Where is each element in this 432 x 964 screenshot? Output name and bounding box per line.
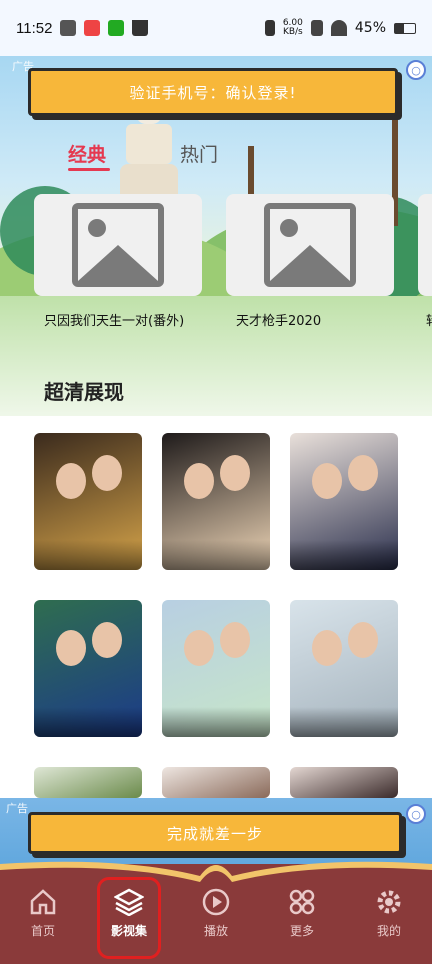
poster-person bbox=[56, 463, 86, 499]
category-tabs: 经典 热门 bbox=[68, 140, 218, 167]
nav-profile-label: 我的 bbox=[376, 924, 401, 938]
app-notification-icon bbox=[84, 20, 101, 36]
active-tab-indicator bbox=[68, 168, 110, 171]
poster-shade bbox=[34, 707, 142, 737]
featured-card[interactable] bbox=[418, 194, 432, 296]
poster-thumbnail[interactable] bbox=[290, 433, 398, 570]
nav-more[interactable]: 更多 bbox=[272, 888, 332, 939]
tab-popular[interactable]: 热门 bbox=[180, 140, 218, 167]
nav-home-label: 首页 bbox=[30, 924, 55, 938]
featured-title[interactable]: 转 bbox=[426, 310, 432, 329]
signal-icon bbox=[310, 20, 323, 36]
poster-person bbox=[92, 622, 122, 658]
gear-icon bbox=[377, 890, 401, 914]
battery-icon bbox=[394, 22, 416, 34]
nav-play-label: 播放 bbox=[203, 924, 228, 938]
poster-person bbox=[348, 455, 378, 491]
selection-highlight bbox=[97, 877, 161, 959]
verify-phone-button[interactable]: 验证手机号：确认登录! bbox=[28, 68, 398, 116]
battery-level: 45% bbox=[354, 20, 386, 36]
poster-thumbnail[interactable] bbox=[34, 433, 142, 570]
status-bar: 11:52 6.00 KB/s 45% bbox=[0, 0, 432, 56]
grid-icon bbox=[289, 889, 315, 915]
poster-person bbox=[184, 463, 214, 499]
ad-label: 广告 bbox=[6, 802, 28, 815]
poster-person bbox=[312, 630, 342, 666]
poster-shade bbox=[162, 540, 270, 570]
featured-card[interactable] bbox=[34, 194, 202, 296]
poster-thumbnail[interactable] bbox=[162, 600, 270, 737]
featured-title[interactable]: 只因我们天生一对(番外) bbox=[44, 310, 184, 329]
close-ad-icon[interactable]: ○ bbox=[406, 60, 426, 80]
featured-title[interactable]: 天才枪手2020 bbox=[236, 310, 321, 329]
poster-person bbox=[220, 455, 250, 491]
poster-person bbox=[348, 622, 378, 658]
poster-thumbnail[interactable] bbox=[34, 767, 142, 798]
wifi-icon bbox=[330, 20, 347, 36]
image-placeholder-icon bbox=[264, 203, 356, 287]
top-ad-banner[interactable]: 广告 验证手机号：确认登录! ○ bbox=[6, 58, 426, 118]
verify-phone-text: 验证手机号：确认登录! bbox=[129, 83, 297, 102]
play-icon bbox=[202, 888, 230, 916]
nav-profile[interactable]: 我的 bbox=[359, 888, 419, 939]
poster-person bbox=[56, 630, 86, 666]
poster-thumbnail[interactable] bbox=[290, 767, 398, 798]
status-time: 11:52 bbox=[16, 19, 53, 37]
poster-shade bbox=[290, 707, 398, 737]
complete-step-text: 完成就差一步 bbox=[166, 824, 263, 843]
crown-icon bbox=[132, 20, 149, 36]
nav-play[interactable]: 播放 bbox=[186, 888, 246, 939]
poster-shade bbox=[162, 707, 270, 737]
vibrate-icon bbox=[264, 20, 275, 36]
image-placeholder-icon bbox=[72, 203, 164, 287]
poster-person bbox=[220, 622, 250, 658]
nav-more-label: 更多 bbox=[289, 924, 314, 938]
section-title: 超清展现 bbox=[44, 380, 124, 404]
network-speed: 6.00 KB/s bbox=[283, 19, 303, 37]
app-notification-icon bbox=[60, 20, 77, 36]
poster-person bbox=[92, 455, 122, 491]
poster-thumbnail[interactable] bbox=[34, 600, 142, 737]
poster-person bbox=[312, 463, 342, 499]
poster-shade bbox=[290, 540, 398, 570]
network-speed-unit: KB/s bbox=[282, 27, 303, 37]
app-notification-icon bbox=[108, 20, 125, 36]
nav-home[interactable]: 首页 bbox=[13, 888, 73, 939]
poster-thumbnail[interactable] bbox=[162, 767, 270, 798]
poster-shade bbox=[34, 540, 142, 570]
featured-card[interactable] bbox=[226, 194, 394, 296]
complete-step-button[interactable]: 完成就差一步 bbox=[28, 812, 402, 854]
poster-thumbnail[interactable] bbox=[290, 600, 398, 737]
poster-thumbnail[interactable] bbox=[162, 433, 270, 570]
poster-person bbox=[184, 630, 214, 666]
close-ad-icon[interactable]: ○ bbox=[406, 804, 426, 824]
tab-classic[interactable]: 经典 bbox=[68, 140, 106, 167]
home-icon bbox=[30, 889, 56, 915]
